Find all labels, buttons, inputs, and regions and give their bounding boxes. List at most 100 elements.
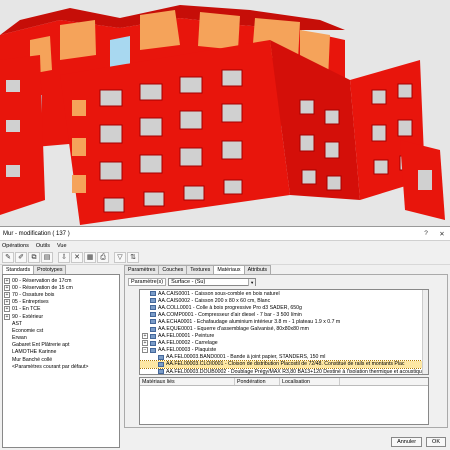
material-icon: [158, 369, 164, 374]
material-row[interactable]: AA.ECHA0001 - Echafaudage aluminium inté…: [140, 318, 428, 325]
collapse-icon[interactable]: −: [142, 347, 148, 354]
tree-item[interactable]: Economie cst: [4, 327, 118, 334]
expand-icon[interactable]: +: [4, 299, 10, 306]
material-row[interactable]: AA.COMP0001 - Compresseur d'air diesel -…: [140, 311, 428, 318]
expand-icon[interactable]: +: [4, 284, 10, 291]
material-row[interactable]: AA.CAIS0001 - Caisson sous-comble en boi…: [140, 290, 428, 297]
chevron-down-icon: ▼: [248, 279, 256, 286]
tab-parameters[interactable]: Paramètres: [124, 265, 160, 274]
material-icon: [150, 312, 156, 318]
tree-item-label: LAMOTHE Karinne: [12, 349, 57, 356]
tab-layers[interactable]: Couches: [158, 265, 188, 274]
dialog-titlebar: Mur - modification ( 137 ) ? ✕: [0, 227, 450, 241]
import-icon[interactable]: ⇩: [58, 252, 70, 263]
material-label: AA.ECHA0001 - Echafaudage aluminium inté…: [158, 318, 341, 325]
material-label: AA.FEL00003.DOUB0002 - Doublage Prégy/MA…: [166, 368, 425, 375]
material-row[interactable]: − AA.FEL00003 - Plaquiste: [140, 347, 428, 354]
tree-item[interactable]: Mur Banché collé: [4, 356, 118, 363]
material-label: AA.FEL00003 - Plaquiste: [158, 347, 217, 354]
material-row[interactable]: + AA.FEL00001 - Peinture: [140, 333, 428, 340]
dialog-title: Mur - modification ( 137 ): [3, 230, 70, 237]
material-row[interactable]: AA.FEL00003.BAND0001 - Bande à joint pap…: [140, 354, 428, 361]
tab-standards[interactable]: Standards: [2, 265, 35, 274]
materials-tree: AA.CAIS0001 - Caisson sous-comble en boi…: [139, 289, 429, 375]
tree-item[interactable]: LAMOTHE Karinne: [4, 349, 118, 356]
material-icon: [150, 291, 156, 297]
print-icon[interactable]: ⎙: [97, 252, 109, 263]
sort-icon[interactable]: ⇅: [127, 252, 139, 263]
tree-item-label: Erwan: [12, 335, 27, 342]
expand-icon[interactable]: +: [4, 277, 10, 284]
tree-item-label: 90 - Extérieur: [12, 313, 44, 320]
menu-view[interactable]: Vue: [57, 243, 67, 249]
material-row[interactable]: AA.COLL0001 - Colle à bois progressive P…: [140, 304, 428, 311]
tree-item[interactable]: +90 - Extérieur: [4, 313, 118, 320]
material-row[interactable]: AA.FEL00003.DOUB0002 - Doublage Prégy/MA…: [140, 368, 428, 375]
material-icon: [150, 305, 156, 311]
standards-tree: +00 - Réservation de 17cm +00 - Réservati…: [2, 274, 120, 448]
expand-icon[interactable]: +: [4, 291, 10, 298]
material-row[interactable]: AA.FEL00003.CLOI0001 - Cloison de distri…: [140, 359, 428, 370]
menu-operations[interactable]: Opérations: [2, 243, 29, 249]
material-label: AA.COLL0001 - Colle à bois progressive P…: [158, 304, 302, 311]
material-row[interactable]: AA.CAIS0002 - Caisson 200 x 80 x 60 cm, …: [140, 297, 428, 304]
material-row[interactable]: + AA.FEL00002 - Carrelage: [140, 340, 428, 347]
col-weighting[interactable]: Pondération: [235, 378, 280, 385]
cancel-button[interactable]: Annuler: [391, 437, 423, 447]
menu-tools[interactable]: Outils: [36, 243, 50, 249]
tree-item-label: 00 - Réservation de 15 cm: [12, 284, 73, 291]
properties-pane: Paramètres Couches Textures Matériaux At…: [124, 265, 448, 448]
material-icon: [158, 361, 164, 367]
tree-item[interactable]: +70 - Ossature bois: [4, 291, 118, 298]
filter-icon[interactable]: ▽: [114, 252, 126, 263]
material-icon: [150, 347, 156, 353]
menubar: Opérations Outils Vue: [0, 241, 450, 251]
material-label: AA.FEL00001 - Peinture: [158, 333, 215, 340]
tree-item[interactable]: +05 - Entreprises: [4, 299, 118, 306]
tree-item-label: 05 - Entreprises: [12, 299, 49, 306]
tree-item-label: Gabaret Ent Plâtrerie apt: [12, 342, 70, 349]
material-icon: [150, 298, 156, 304]
tree-item[interactable]: +01 - En TCE: [4, 306, 118, 313]
dialog-footer: Annuler OK: [391, 437, 446, 447]
ok-button[interactable]: OK: [426, 437, 446, 447]
properties-icon[interactable]: ▦: [84, 252, 96, 263]
tree-item[interactable]: +00 - Réservation de 15 cm: [4, 284, 118, 291]
linked-materials-table: Matériaux liés Pondération Localisation: [139, 377, 429, 425]
material-row[interactable]: AA.EQUE0001 - Equerre d'assemblage Galva…: [140, 325, 428, 332]
materials-panel: Paramètre(s) Surface - (Su) ▼ AA.CAIS000…: [124, 274, 448, 428]
expand-icon[interactable]: +: [142, 340, 148, 347]
close-icon[interactable]: ✕: [434, 230, 450, 238]
col-linked-materials[interactable]: Matériaux liés: [140, 378, 235, 385]
help-icon[interactable]: ?: [418, 230, 434, 237]
tab-textures[interactable]: Textures: [186, 265, 215, 274]
material-icon: [150, 326, 156, 332]
col-location[interactable]: Localisation: [280, 378, 340, 385]
tab-prototypes[interactable]: Prototypes: [33, 265, 67, 274]
tree-item-label: Mur Banché collé: [12, 356, 53, 363]
paste-icon[interactable]: ▤: [41, 252, 53, 263]
expand-icon[interactable]: +: [142, 333, 148, 340]
building-3d-model: [0, 0, 450, 226]
tree-item[interactable]: <Paramètres courant par défaut>: [4, 363, 118, 370]
tree-item[interactable]: Erwan: [4, 335, 118, 342]
tab-attributes[interactable]: Attributs: [243, 265, 272, 274]
copy-icon[interactable]: ⧉: [28, 252, 40, 263]
new-icon[interactable]: ✎: [2, 252, 14, 263]
tree-item[interactable]: Gabaret Ent Plâtrerie apt: [4, 342, 118, 349]
material-label: AA.COMP0001 - Compresseur d'air diesel -…: [158, 311, 302, 318]
parameter-select[interactable]: Surface - (Su) ▼: [168, 278, 257, 286]
tree-item[interactable]: AST: [4, 320, 118, 327]
material-icon: [158, 354, 164, 360]
expand-icon[interactable]: +: [4, 306, 10, 313]
parameter-select-value: Surface - (Su): [171, 279, 206, 285]
expand-icon[interactable]: +: [4, 313, 10, 320]
standards-pane: Standards Prototypes +00 - Réservation d…: [2, 265, 120, 448]
edit-icon[interactable]: ✐: [15, 252, 27, 263]
3d-viewport[interactable]: [0, 0, 450, 226]
tab-materials[interactable]: Matériaux: [213, 265, 245, 274]
materials-scrollbar[interactable]: [422, 290, 428, 374]
tree-item[interactable]: +00 - Réservation de 17cm: [4, 277, 118, 284]
delete-icon[interactable]: ✕: [71, 252, 83, 263]
tree-item-label: AST: [12, 320, 23, 327]
